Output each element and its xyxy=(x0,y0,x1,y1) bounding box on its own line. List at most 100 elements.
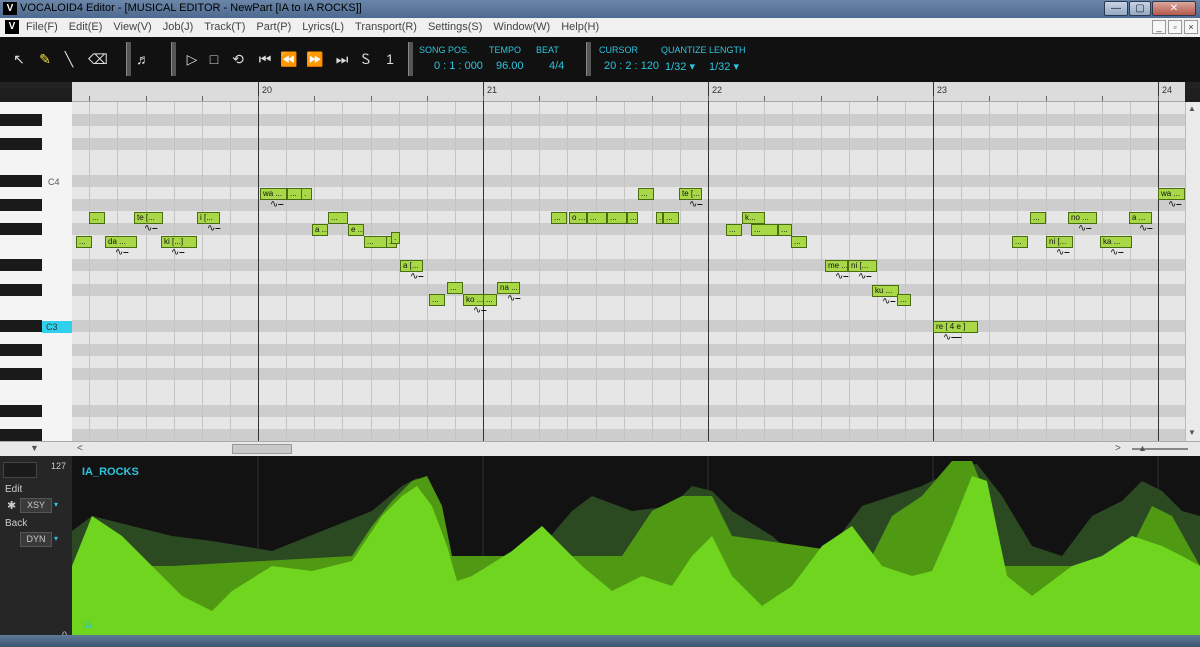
tempo-value[interactable]: 96.00 xyxy=(496,60,524,72)
menu-item-file[interactable]: File(F) xyxy=(26,21,58,33)
note[interactable]: ... xyxy=(89,212,105,224)
back-mode-selector[interactable]: DYN xyxy=(20,532,52,547)
score-view-icon[interactable]: ♬ xyxy=(134,49,152,69)
scroll-left-button[interactable]: < xyxy=(77,443,83,454)
horizontal-scrollbar[interactable]: < > ▲ xyxy=(72,441,1200,456)
menu-item-window[interactable]: Window(W) xyxy=(493,21,550,33)
mdi-close-button[interactable]: × xyxy=(1184,20,1198,34)
black-key[interactable] xyxy=(0,114,42,126)
note[interactable]: ... xyxy=(663,212,679,224)
note[interactable]: ... xyxy=(638,188,654,200)
measure-ruler[interactable]: 20 21 22 23 24 xyxy=(72,82,1185,102)
menu-item-track[interactable]: Track(T) xyxy=(204,21,245,33)
note[interactable]: ... xyxy=(328,212,348,224)
note[interactable]: ... xyxy=(778,224,792,236)
note[interactable]: ... xyxy=(429,294,445,306)
mdi-restore-button[interactable]: ▫ xyxy=(1168,20,1182,34)
grid-line xyxy=(230,102,231,441)
scroll-thumb[interactable] xyxy=(232,444,292,454)
go-end-icon[interactable]: ⏭ xyxy=(333,49,351,69)
note[interactable]: ... xyxy=(1012,236,1028,248)
scroll-down-button[interactable]: ▼ xyxy=(1188,428,1196,437)
black-key-row xyxy=(72,223,1185,235)
close-button[interactable]: ✕ xyxy=(1152,1,1196,16)
mdi-minimize-button[interactable]: _ xyxy=(1152,20,1166,34)
note[interactable]: . xyxy=(656,212,663,224)
black-key[interactable] xyxy=(0,429,42,441)
note[interactable]: ... xyxy=(447,282,463,294)
maximize-button[interactable]: ▢ xyxy=(1129,1,1151,16)
note[interactable]: ... xyxy=(483,294,497,306)
eraser-tool-icon[interactable]: ⌫ xyxy=(88,49,108,69)
note[interactable]: e ... xyxy=(348,224,364,236)
fast-forward-icon[interactable]: ⏩ xyxy=(306,49,324,69)
scroll-up-button[interactable]: ▲ xyxy=(1188,104,1196,113)
arrow-tool-icon[interactable]: ↖ xyxy=(10,49,28,69)
note[interactable]: ... xyxy=(1030,212,1046,224)
note[interactable]: ... xyxy=(791,236,807,248)
menu-item-lyrics[interactable]: Lyrics(L) xyxy=(302,21,344,33)
black-key[interactable] xyxy=(0,199,42,211)
black-key[interactable] xyxy=(0,344,42,356)
go-start-icon[interactable]: ⏮ xyxy=(256,49,274,69)
beat-value[interactable]: 4/4 xyxy=(549,60,564,72)
note[interactable]: a ... xyxy=(312,224,328,236)
menu-item-part[interactable]: Part(P) xyxy=(256,21,291,33)
note[interactable]: . xyxy=(301,188,312,200)
start-marker-icon[interactable]: Ꮪ xyxy=(357,49,375,69)
stop-icon[interactable]: □ xyxy=(205,49,223,69)
note[interactable]: ... xyxy=(627,212,638,224)
dynamics-curve-graph[interactable] xyxy=(72,456,1200,635)
note[interactable]: ... xyxy=(751,224,778,236)
minimize-button[interactable]: — xyxy=(1104,1,1128,16)
black-key[interactable] xyxy=(0,175,42,187)
edit-mode-selector[interactable]: XSY xyxy=(20,498,52,513)
beat-tick xyxy=(314,96,315,101)
piano-roll[interactable]: ...... da ... ∿⎯ te [... ∿⎯ ki [...] ∿⎯ i [... ∿… xyxy=(72,102,1185,441)
chevron-down-icon[interactable]: ▼ xyxy=(30,443,39,453)
control-track-area[interactable]: IA_ROCKS IA xyxy=(72,456,1200,635)
menu-item-view[interactable]: View(V) xyxy=(113,21,151,33)
note[interactable]: ... xyxy=(607,212,627,224)
gear-icon[interactable]: ✱ xyxy=(7,499,16,512)
song-pos-value[interactable]: 0 : 1 : 000 xyxy=(434,60,483,72)
beat-tick xyxy=(877,96,878,101)
app-menu-icon[interactable]: V xyxy=(5,20,19,34)
play-icon[interactable]: ▷ xyxy=(183,49,201,69)
note[interactable]: ... xyxy=(364,236,387,248)
menu-item-settings[interactable]: Settings(S) xyxy=(428,21,482,33)
line-tool-icon[interactable]: ╲ xyxy=(60,49,78,69)
black-key[interactable] xyxy=(0,368,42,380)
menu-item-job[interactable]: Job(J) xyxy=(163,21,194,33)
note[interactable]: o ... xyxy=(569,212,587,224)
scroll-right-button[interactable]: > xyxy=(1115,443,1121,454)
grid-line xyxy=(286,102,287,441)
note[interactable]: ... xyxy=(726,224,742,236)
black-key[interactable] xyxy=(0,284,42,296)
loop-icon[interactable]: ⟲ xyxy=(229,49,247,69)
pencil-tool-icon[interactable]: ✎ xyxy=(36,49,54,69)
black-key[interactable] xyxy=(0,320,42,332)
note[interactable]: ... xyxy=(587,212,607,224)
black-key[interactable] xyxy=(0,138,42,150)
length-dropdown[interactable]: 1/32 ▾ xyxy=(709,60,739,73)
grid-line xyxy=(596,102,597,441)
black-key[interactable] xyxy=(0,405,42,417)
black-key[interactable] xyxy=(0,223,42,235)
zoom-slider-thumb[interactable]: ▲ xyxy=(1138,443,1147,453)
note[interactable]: ... xyxy=(551,212,567,224)
black-key[interactable] xyxy=(0,259,42,271)
menu-item-help[interactable]: Help(H) xyxy=(561,21,599,33)
end-marker-icon[interactable]: 1 xyxy=(381,49,399,69)
vertical-scrollbar[interactable]: ▲ ▼ xyxy=(1185,102,1200,441)
note[interactable]: . xyxy=(391,232,400,244)
rewind-icon[interactable]: ⏪ xyxy=(280,49,298,69)
note[interactable]: ... xyxy=(897,294,911,306)
piano-keyboard[interactable]: C4 C3 xyxy=(0,102,72,441)
menu-item-edit[interactable]: Edit(E) xyxy=(69,21,103,33)
edit-mode-dropdown-icon[interactable]: ▾ xyxy=(54,500,58,509)
note[interactable]: ... xyxy=(76,236,92,248)
menu-item-transport[interactable]: Transport(R) xyxy=(355,21,417,33)
back-mode-dropdown-icon[interactable]: ▾ xyxy=(54,534,58,543)
quantize-dropdown[interactable]: 1/32 ▾ xyxy=(665,60,695,73)
